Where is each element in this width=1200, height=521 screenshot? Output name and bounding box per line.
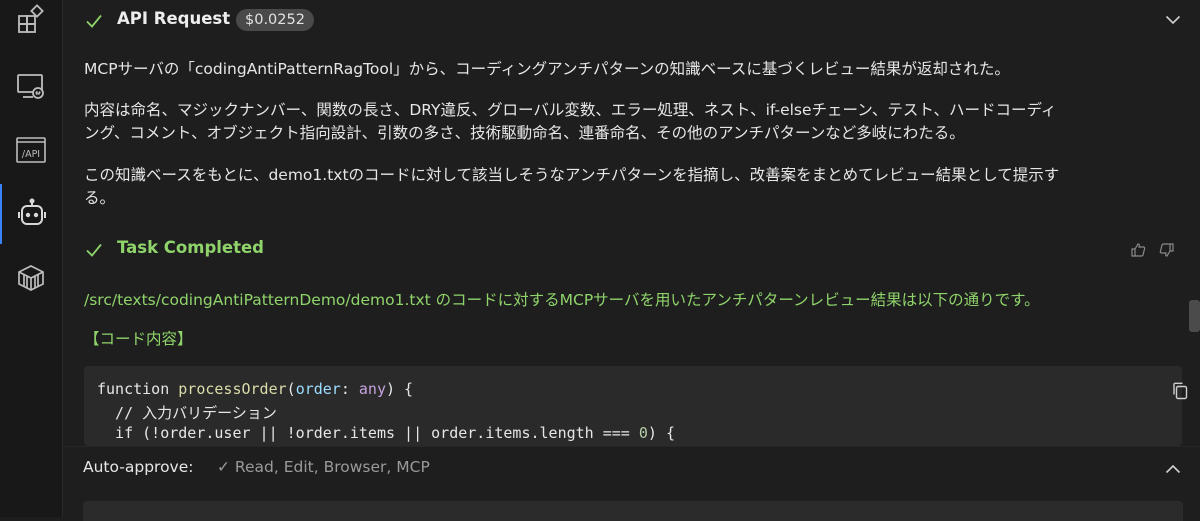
thumbs-down-icon[interactable]: [1157, 240, 1177, 260]
api-icon[interactable]: /API: [0, 120, 62, 180]
thumbs-up-icon[interactable]: [1128, 240, 1148, 260]
remote-explorer-icon[interactable]: [0, 56, 62, 116]
code-block: function processOrder(order: any) { // 入…: [84, 366, 1188, 446]
section-heading: 【コード内容】: [84, 330, 193, 348]
robot-agent-icon[interactable]: [0, 184, 62, 244]
code-line: if (!order.user || !order.items || order…: [97, 424, 675, 442]
package-icon[interactable]: [0, 248, 62, 308]
message-paragraph: る。: [84, 189, 116, 207]
task-summary: /src/texts/codingAntiPatternDemo/demo1.t…: [84, 291, 1040, 309]
chat-input[interactable]: [83, 501, 1183, 521]
auto-approve-panel: Auto-approve: ✓ Read, Edit, Browser, MCP: [63, 446, 1200, 521]
message-paragraph: 内容は命名、マジックナンバー、関数の長さ、DRY違反、グローバル変数、エラー処理…: [84, 101, 1057, 119]
copy-icon[interactable]: [1170, 380, 1190, 402]
chevron-up-icon[interactable]: [1159, 459, 1187, 479]
api-icon-label: /API: [22, 149, 40, 160]
message-paragraph: この知識ベースをもとに、demo1.txtのコードに対して該当しそうなアンチパタ…: [84, 166, 1060, 184]
extensions-icon[interactable]: [0, 0, 62, 50]
chat-panel: API Request $0.0252 MCPサーバの「codingAntiPa…: [63, 0, 1200, 521]
code-line: // 入力バリデーション: [97, 404, 277, 422]
chevron-down-icon[interactable]: [1159, 10, 1187, 30]
message-paragraph: ング、コメント、オブジェクト指向設計、引数の多さ、技術駆動命名、連番命名、その他…: [84, 124, 965, 142]
auto-approve-values[interactable]: ✓ Read, Edit, Browser, MCP: [217, 458, 430, 476]
checkmark-icon: [86, 243, 102, 257]
message-paragraph: MCPサーバの「codingAntiPatternRagTool」から、コーディ…: [84, 60, 1010, 78]
auto-approve-label: Auto-approve:: [83, 458, 194, 476]
scrollbar-thumb[interactable]: [1189, 300, 1200, 332]
api-request-title: API Request: [117, 9, 231, 28]
code-line: function processOrder(order: any) {: [97, 380, 414, 398]
task-completed-title: Task Completed: [117, 238, 264, 257]
cost-badge: $0.0252: [236, 9, 314, 31]
activity-bar: /API: [0, 0, 63, 517]
checkmark-icon: [86, 14, 102, 28]
